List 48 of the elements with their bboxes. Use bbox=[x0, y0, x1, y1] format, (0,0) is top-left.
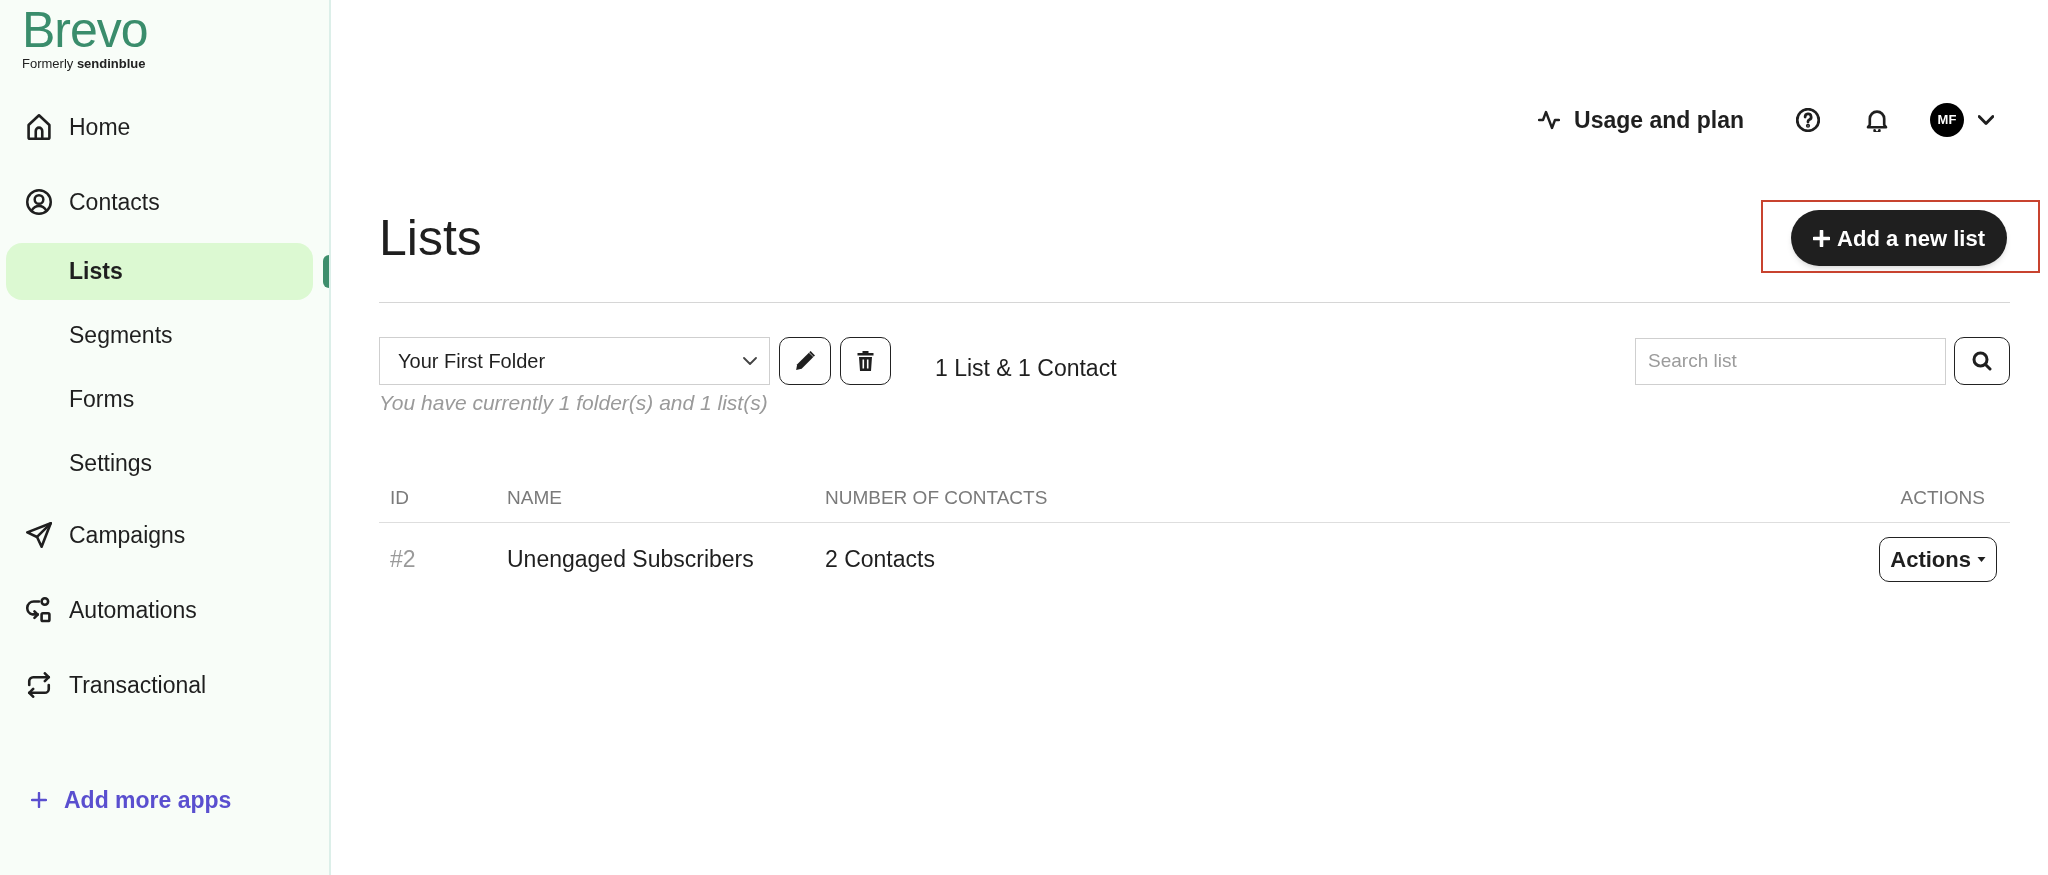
table-cell-text: 2 Contacts bbox=[825, 544, 935, 574]
folder-hint: You have currently 1 folder(s) and 1 list(s) bbox=[379, 390, 768, 416]
search-icon bbox=[1972, 351, 1992, 371]
column-header: ACTIONS bbox=[1900, 485, 1985, 510]
column-header: ID bbox=[390, 485, 409, 510]
add-apps-link[interactable]: Add more apps bbox=[31, 772, 232, 828]
sidebar-subitem[interactable]: Lists bbox=[6, 243, 313, 300]
sidebar-subitem[interactable]: Settings bbox=[6, 435, 313, 492]
column-header: NUMBER OF CONTACTS bbox=[825, 485, 1048, 510]
search-field[interactable]: Search list bbox=[1635, 337, 1946, 385]
sidebar-item[interactable]: Home bbox=[6, 95, 313, 159]
caret-down-icon bbox=[1977, 556, 1986, 562]
paper-plane-icon bbox=[26, 522, 52, 548]
trash-icon bbox=[857, 351, 874, 371]
usage-and-plan-link[interactable]: Usage and plan bbox=[1538, 102, 1744, 138]
pulse-icon bbox=[1538, 110, 1560, 130]
column-header: NAME bbox=[507, 485, 562, 510]
pencil-icon bbox=[795, 351, 815, 371]
home-icon bbox=[26, 114, 52, 140]
sidebar-item[interactable]: Transactional bbox=[6, 653, 313, 717]
user-circle-icon bbox=[26, 189, 52, 215]
logo-wordmark: Brevo bbox=[22, 4, 148, 56]
logo-tagline: Formerly sendinblue bbox=[22, 56, 146, 72]
folder-select[interactable]: Your First Folder bbox=[379, 337, 770, 385]
repeat-arrows-icon bbox=[26, 672, 52, 698]
sidebar-subitem[interactable]: Segments bbox=[6, 307, 313, 364]
help-icon[interactable] bbox=[1796, 108, 1820, 132]
page-title: Lists bbox=[379, 213, 482, 263]
active-indicator bbox=[323, 255, 329, 288]
table-cell-text: Unengaged Subscribers bbox=[507, 544, 754, 574]
actions-button[interactable]: Actions bbox=[1879, 536, 1997, 582]
add-list-button[interactable]: Add a new list bbox=[1791, 210, 2007, 266]
flow-icon bbox=[26, 597, 52, 623]
plus-icon bbox=[31, 792, 47, 808]
chevron-down-icon[interactable] bbox=[1978, 115, 1994, 125]
delete-folder-button[interactable] bbox=[840, 337, 891, 385]
search-button[interactable] bbox=[1954, 337, 2010, 385]
chevron-down-icon bbox=[743, 357, 757, 365]
sidebar-item[interactable]: Automations bbox=[6, 578, 313, 642]
sidebar-item[interactable]: Campaigns bbox=[6, 503, 313, 567]
table-cell-text: #2 bbox=[390, 544, 416, 574]
sidebar-item[interactable]: Contacts bbox=[6, 170, 313, 234]
bell-icon[interactable] bbox=[1866, 108, 1888, 132]
sidebar-subitem[interactable]: Forms bbox=[6, 371, 313, 428]
plus-icon bbox=[1813, 229, 1831, 247]
edit-folder-button[interactable] bbox=[779, 337, 831, 385]
user-avatar[interactable]: MF bbox=[1930, 103, 1964, 137]
list-summary: 1 List & 1 Contact bbox=[935, 354, 1117, 382]
